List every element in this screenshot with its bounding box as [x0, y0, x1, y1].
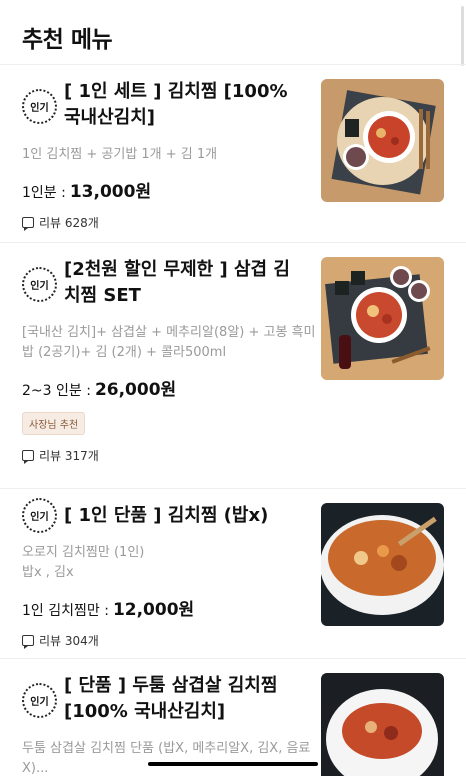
owner-recommend-badge: 사장님 추천 — [22, 412, 86, 435]
menu-item-image — [321, 79, 444, 202]
popular-badge: 인기 — [22, 498, 57, 533]
review-count: 리뷰 317개 — [22, 447, 444, 464]
menu-item-description: 오로지 김치찜만 (1인) 밥x , 김x — [22, 545, 145, 580]
menu-item-image — [321, 673, 444, 776]
price-value: 13,000원 — [69, 182, 152, 202]
review-count: 리뷰 304개 — [22, 632, 444, 649]
menu-item-image — [321, 257, 444, 380]
home-indicator[interactable] — [148, 762, 318, 766]
price-label: 1인분 : — [22, 185, 66, 201]
review-count: 리뷰 628개 — [22, 214, 444, 231]
menu-item[interactable]: 인기 [2천원 할인 무제한 ] 삼겹 김치찜 SET [국내산 김치]+ 삼겹… — [0, 242, 466, 488]
page-title: 추천 메뉴 — [22, 27, 113, 53]
menu-item-title: [2천원 할인 무제한 ] 삼겹 김치찜 SET — [64, 259, 290, 306]
menu-item[interactable]: 인기 [ 단품 ] 두툼 삼겹살 김치찜 [100% 국내산김치] 두툼 삼겹살… — [0, 658, 466, 776]
menu-item-title: [ 1인 단품 ] 김치찜 (밥x) — [64, 505, 269, 526]
price-label: 2~3 인분 : — [22, 383, 91, 399]
menu-item-image — [321, 503, 444, 626]
price-label: 1인 김치찜만 : — [22, 603, 109, 619]
menu-item[interactable]: 인기 [ 1인 단품 ] 김치찜 (밥x) 오로지 김치찜만 (1인) 밥x ,… — [0, 488, 466, 658]
popular-badge: 인기 — [22, 683, 57, 718]
chat-icon — [22, 217, 34, 231]
review-count-text: 리뷰 304개 — [39, 634, 99, 648]
popular-badge: 인기 — [22, 89, 57, 124]
popular-badge: 인기 — [22, 267, 57, 302]
scrollbar[interactable] — [461, 6, 464, 66]
menu-item[interactable]: 인기 [ 1인 세트 ] 김치찜 [100% 국내산김치] 1인 김치찜 + 공… — [0, 64, 466, 242]
menu-item-title: [ 1인 세트 ] 김치찜 [100% 국내산김치] — [64, 81, 288, 128]
chat-icon — [22, 635, 34, 649]
review-count-text: 리뷰 628개 — [39, 216, 99, 230]
menu-item-title: [ 단품 ] 두툼 삼겹살 김치찜 [100% 국내산김치] — [64, 675, 278, 722]
menu-item-description: 두툼 삼겹살 김치찜 단품 (밥X, 메추리알X, 김X, 음료X)... — [22, 741, 311, 776]
menu-item-description: 1인 김치찜 + 공기밥 1개 + 김 1개 — [22, 147, 218, 162]
price-value: 12,000원 — [112, 600, 195, 620]
review-count-text: 리뷰 317개 — [39, 449, 99, 463]
price-value: 26,000원 — [94, 380, 177, 400]
page-header: 추천 메뉴 — [0, 0, 466, 64]
chat-icon — [22, 450, 34, 464]
menu-item-description: [국내산 김치]+ 삼겹살 + 메추리알(8알) + 고봉 흑미밥 (2공기)+… — [22, 325, 316, 360]
